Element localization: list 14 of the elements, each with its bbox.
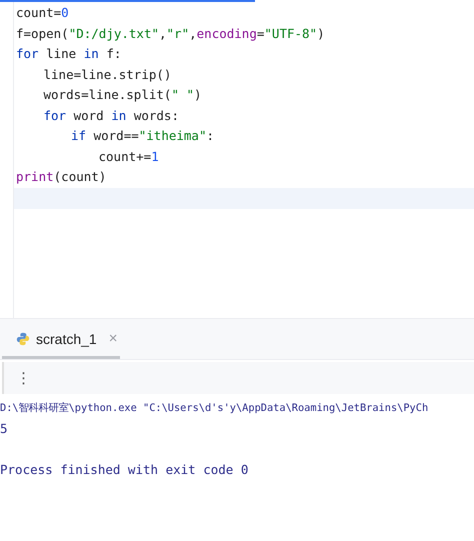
- code-line: count=0: [16, 5, 69, 20]
- code-line: for line in f:: [16, 46, 122, 61]
- more-menu-icon[interactable]: ⋮: [16, 369, 31, 387]
- console-output-line: D:\智科科研室\python.exe "C:\Users\d's'y\AppData\Roaming\JetBrains\PyCh: [0, 402, 428, 414]
- code-line: print(count): [16, 169, 106, 184]
- code-line: words=line.split(" "): [44, 87, 202, 102]
- code-line: if word=="itheima":: [71, 128, 214, 143]
- code-line: f=open("D:/djy.txt","r",encoding="UTF-8"): [16, 26, 325, 40]
- console-output-line: Process finished with exit code 0: [0, 462, 248, 476]
- console-output-line: 5: [0, 420, 8, 436]
- code-line: line=line.strip(): [44, 66, 172, 82]
- code-line: for word in words:: [44, 108, 179, 122]
- code-line: count+=1: [98, 148, 159, 164]
- python-icon: [16, 332, 30, 346]
